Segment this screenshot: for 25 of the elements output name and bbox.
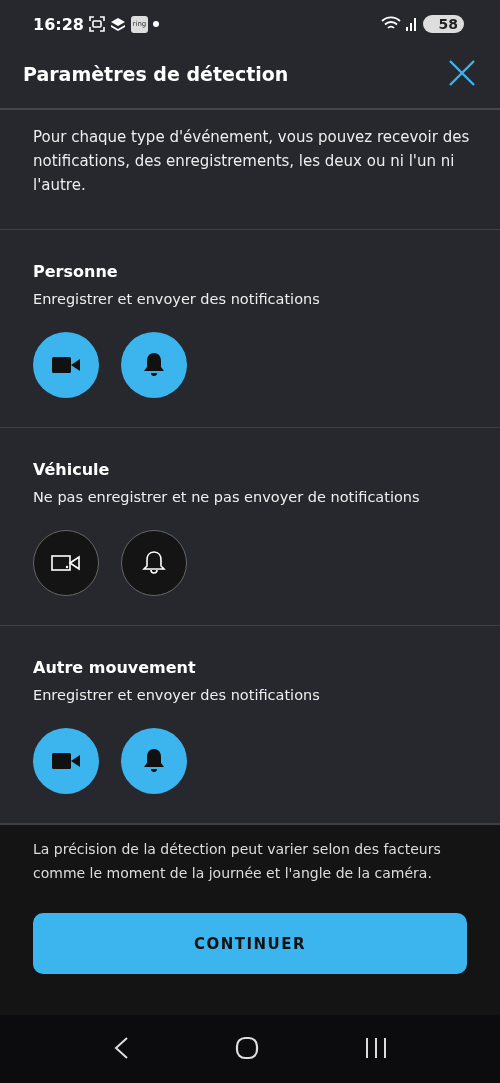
- home-icon: [235, 1035, 259, 1060]
- intro-text: Pour chaque type d'événement, vous pouvez recevoir des notifications, des enregistrements, les deux ou ni l'un ni l'autre.: [33, 127, 471, 196]
- bell-icon: [142, 352, 166, 378]
- event-subtitle: Enregistrer et envoyer des notifications: [33, 686, 321, 705]
- page-title: Paramètres de détection: [23, 63, 290, 87]
- screenshot-icon: [88, 16, 105, 32]
- event-title: Personne: [33, 262, 119, 282]
- bell-icon: [142, 550, 166, 576]
- event-title: Autre mouvement: [33, 658, 197, 678]
- video-camera-icon: [51, 751, 81, 771]
- event-title: Véhicule: [33, 460, 111, 480]
- bell-icon: [142, 748, 166, 774]
- event-subtitle: Ne pas enregistrer et ne pas envoyer de notifications: [33, 488, 421, 507]
- video-camera-icon: [51, 553, 81, 573]
- accuracy-note: La précision de la détection peut varier selon des facteurs comme le moment de la journée et l'angle de la caméra.: [33, 840, 442, 883]
- clock-time: 16:28: [33, 14, 84, 34]
- continue-button[interactable]: CONTINUER: [33, 913, 467, 974]
- event-subtitle: Enregistrer et envoyer des notifications: [33, 290, 321, 309]
- dot-icon: [152, 21, 159, 27]
- video-camera-icon: [51, 355, 81, 375]
- recents-icon: [365, 1036, 387, 1059]
- battery-level: 58: [422, 15, 464, 33]
- close-icon: [448, 58, 476, 87]
- back-icon: [113, 1035, 129, 1060]
- signal-icon: [405, 17, 418, 31]
